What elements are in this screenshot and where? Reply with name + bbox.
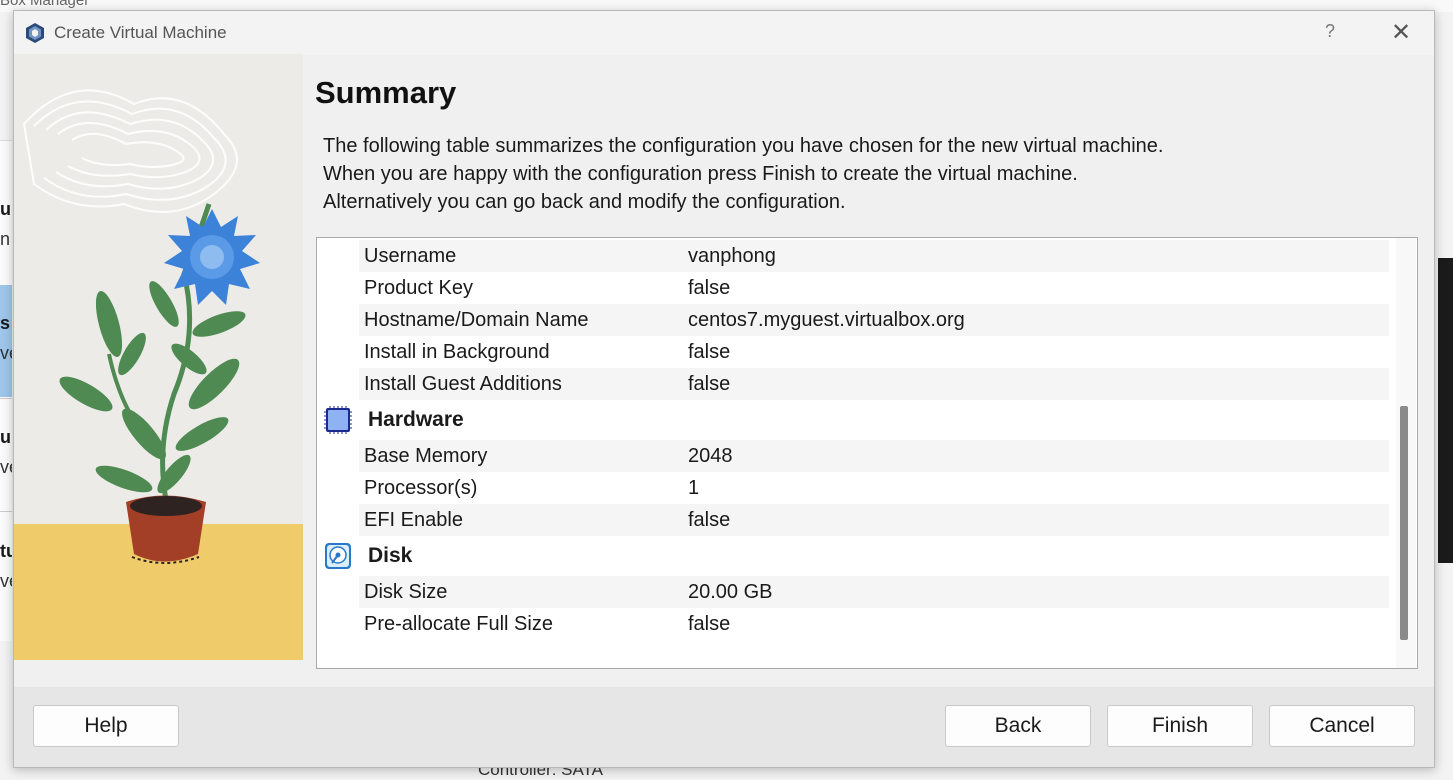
table-row: Hostname/Domain Name centos7.myguest.vir… xyxy=(359,304,1389,336)
background-sidebar-selected xyxy=(0,285,12,397)
row-value: 2048 xyxy=(688,445,733,467)
row-value: false xyxy=(688,373,731,395)
close-icon[interactable]: ✕ xyxy=(1386,19,1416,47)
background-window-title: Box Manager xyxy=(0,0,90,9)
row-key: Processor(s) xyxy=(364,477,478,499)
category-label: Hardware xyxy=(368,408,464,431)
row-key: Username xyxy=(364,245,457,267)
row-key: Base Memory xyxy=(364,445,488,467)
row-value: 20.00 GB xyxy=(688,581,773,603)
background-sidebar-item-sub: ve xyxy=(0,457,12,477)
dialog-title: Create Virtual Machine xyxy=(54,23,227,42)
table-row: Install Guest Additions false xyxy=(359,368,1389,400)
chip-icon xyxy=(324,406,352,434)
background-preview-panel xyxy=(1438,258,1453,563)
summary-description: The following table summarizes the confi… xyxy=(323,132,1163,216)
row-key: Pre-allocate Full Size xyxy=(364,613,553,635)
finish-button[interactable]: Finish xyxy=(1107,705,1253,747)
row-key: Disk Size xyxy=(364,581,448,603)
background-sidebar-item-sub: ve xyxy=(0,343,12,363)
virtualbox-icon xyxy=(26,23,44,43)
category-label: Disk xyxy=(368,544,413,567)
row-value: false xyxy=(688,613,731,635)
description-line: The following table summarizes the confi… xyxy=(323,135,1164,157)
background-sidebar-item-title: tu xyxy=(0,541,12,561)
category-disk: Disk xyxy=(317,536,1390,576)
row-value: false xyxy=(688,277,731,299)
hard-disk-icon xyxy=(325,543,351,569)
table-row: Disk Size 20.00 GB xyxy=(359,576,1389,608)
background-sidebar-item-title: s xyxy=(0,313,11,333)
background-sidebar-item-title: u xyxy=(0,427,11,447)
row-value: 1 xyxy=(688,477,700,499)
row-value: centos7.myguest.virtualbox.org xyxy=(688,309,965,331)
scrollbar-thumb[interactable] xyxy=(1400,406,1408,640)
background-sidebar-item-title: u xyxy=(0,199,11,219)
row-key: Install Guest Additions xyxy=(364,373,562,395)
row-key: Product Key xyxy=(364,277,473,299)
cancel-button[interactable]: Cancel xyxy=(1269,705,1415,747)
page-title: Summary xyxy=(315,75,457,110)
create-vm-dialog: Create Virtual Machine ? ✕ Summary The f… xyxy=(13,10,1435,768)
table-row: Username vanphong xyxy=(359,240,1389,272)
table-row: Pre-allocate Full Size false xyxy=(359,608,1389,640)
row-value: vanphong xyxy=(688,245,776,267)
row-key: Hostname/Domain Name xyxy=(364,309,589,331)
table-row: Processor(s) 1 xyxy=(359,472,1389,504)
description-line: When you are happy with the configuratio… xyxy=(323,163,1078,185)
background-sidebar-item-sub: n xyxy=(0,229,11,249)
row-value: false xyxy=(688,341,731,363)
summary-table[interactable]: Username vanphong Product Key false Host… xyxy=(316,237,1418,669)
background-sidebar-item-sub: ve xyxy=(0,571,12,591)
description-line: Alternatively you can go back and modify… xyxy=(323,191,846,213)
table-row: Install in Background false xyxy=(359,336,1389,368)
row-value: false xyxy=(688,509,731,531)
wizard-illustration xyxy=(14,54,303,660)
row-key: Install in Background xyxy=(364,341,550,363)
background-sidebar-divider xyxy=(0,398,12,399)
table-row: Product Key false xyxy=(359,272,1389,304)
table-row: Base Memory 2048 xyxy=(359,440,1389,472)
background-sidebar-divider xyxy=(0,511,12,512)
dialog-titlebar: Create Virtual Machine ? ✕ xyxy=(14,11,1434,55)
back-button[interactable]: Back xyxy=(945,705,1091,747)
help-icon[interactable]: ? xyxy=(1318,21,1342,42)
table-row: EFI Enable false xyxy=(359,504,1389,536)
category-hardware: Hardware xyxy=(317,400,1390,440)
help-button[interactable]: Help xyxy=(33,705,179,747)
row-key: EFI Enable xyxy=(364,509,463,531)
